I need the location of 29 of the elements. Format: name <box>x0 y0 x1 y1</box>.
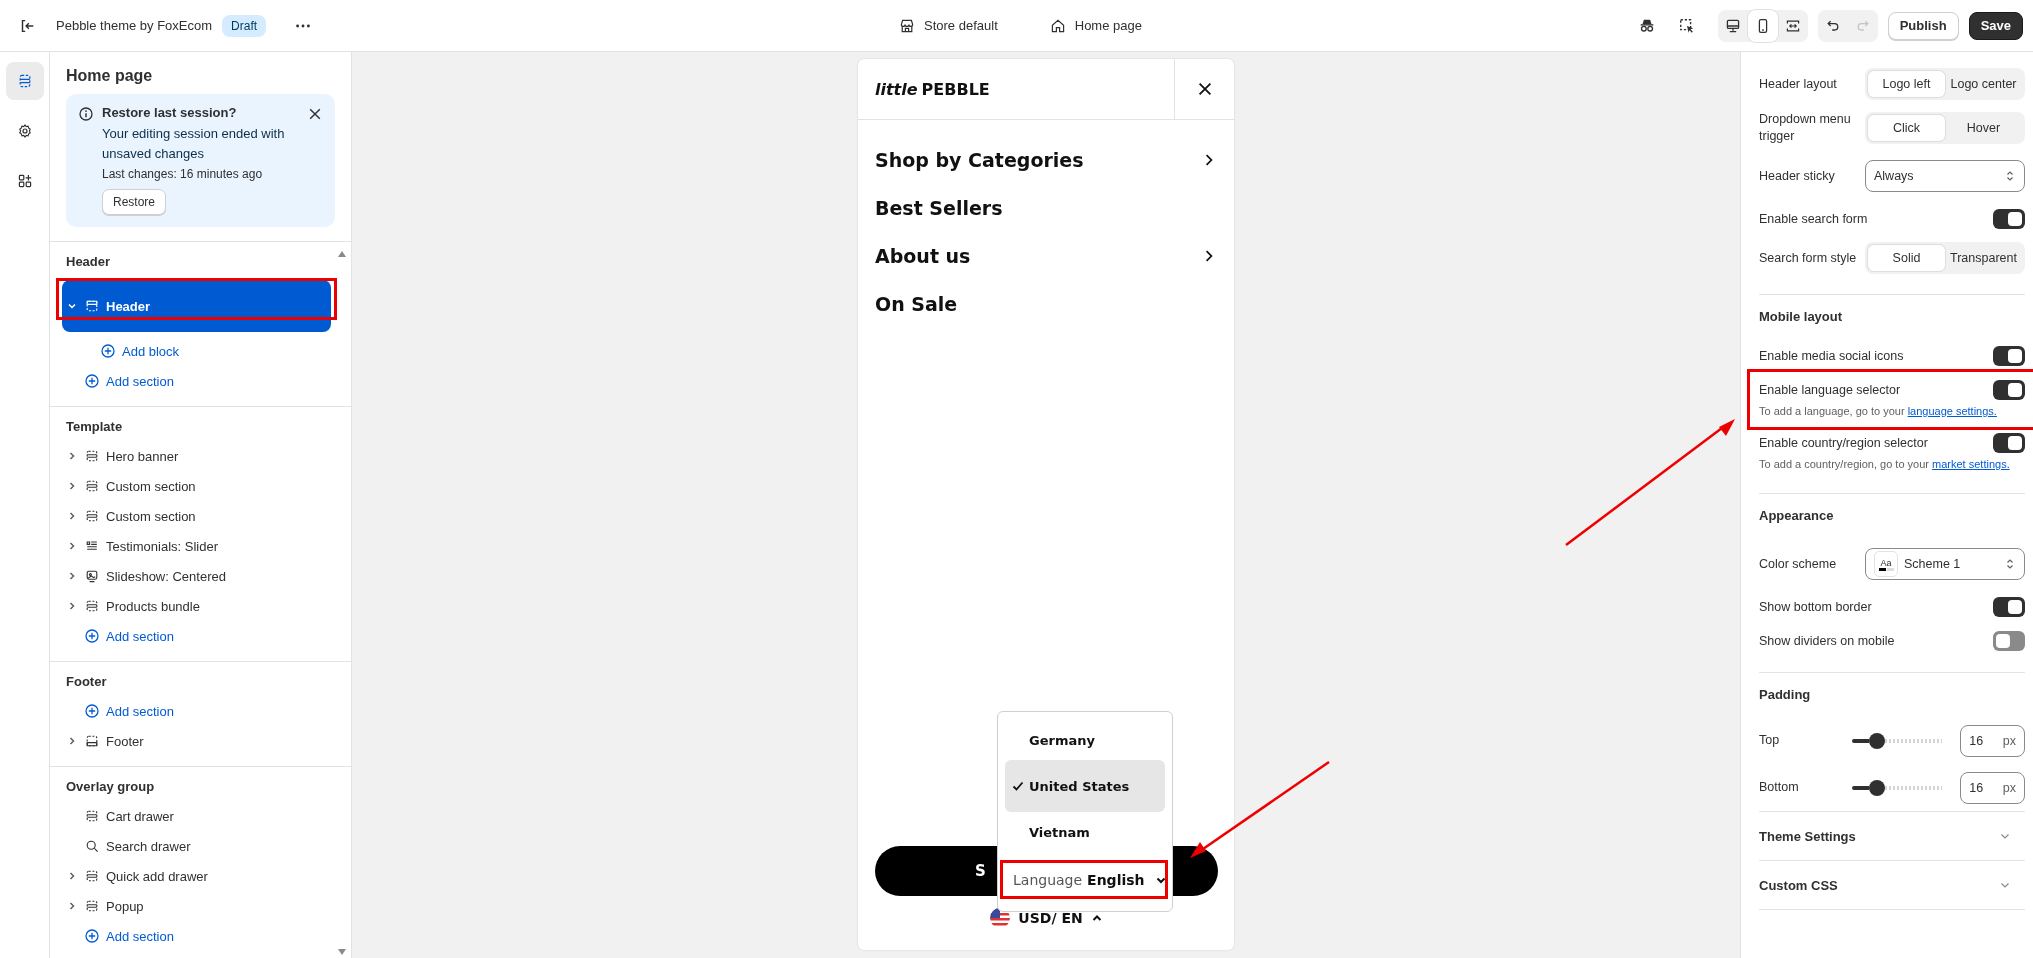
section-heading: Padding <box>1759 672 2025 717</box>
notice-message: Your editing session ended with unsaved changes <box>102 125 286 163</box>
setting-label: Top <box>1759 732 1781 749</box>
section-heading: Appearance <box>1759 493 2025 538</box>
setting-label: Show bottom border <box>1759 598 1872 616</box>
setting-label: Dropdown menu trigger <box>1759 111 1852 145</box>
group-title: Header <box>65 254 112 271</box>
setting-label: Bottom <box>1759 779 1800 796</box>
store-logo: little PEBBLE <box>874 78 991 101</box>
setting-label: Header layout <box>1759 75 1838 93</box>
group-title: Footer <box>65 674 108 691</box>
hint-text: To add a country/region, go to your market settings. <box>1759 457 2011 472</box>
notice-title: Restore last session? <box>102 105 238 120</box>
hint-text: To add a language, go to your language settings. <box>1759 404 1998 419</box>
setting-label: Enable search form <box>1759 210 1868 228</box>
setting-label: Enable country/region selector <box>1759 434 1928 452</box>
setting-label: Show dividers on mobile <box>1759 632 1895 650</box>
status-badge: Draft <box>222 14 267 37</box>
notice-detail: Last changes: 16 minutes ago <box>102 167 264 181</box>
setting-label: Enable media social icons <box>1759 347 1904 365</box>
setting-label: Enable language selector <box>1759 381 1901 399</box>
theme-name: Pebble theme by FoxEcom <box>56 18 213 33</box>
panel-title: Home page <box>65 66 154 86</box>
setting-label: Header sticky <box>1759 167 1836 185</box>
group-title: Overlay group <box>65 779 156 796</box>
setting-label: Color scheme <box>1759 555 1838 573</box>
setting-label: Search form style <box>1759 249 1858 267</box>
group-title: Template <box>65 419 124 436</box>
section-heading: Mobile layout <box>1759 294 2025 339</box>
